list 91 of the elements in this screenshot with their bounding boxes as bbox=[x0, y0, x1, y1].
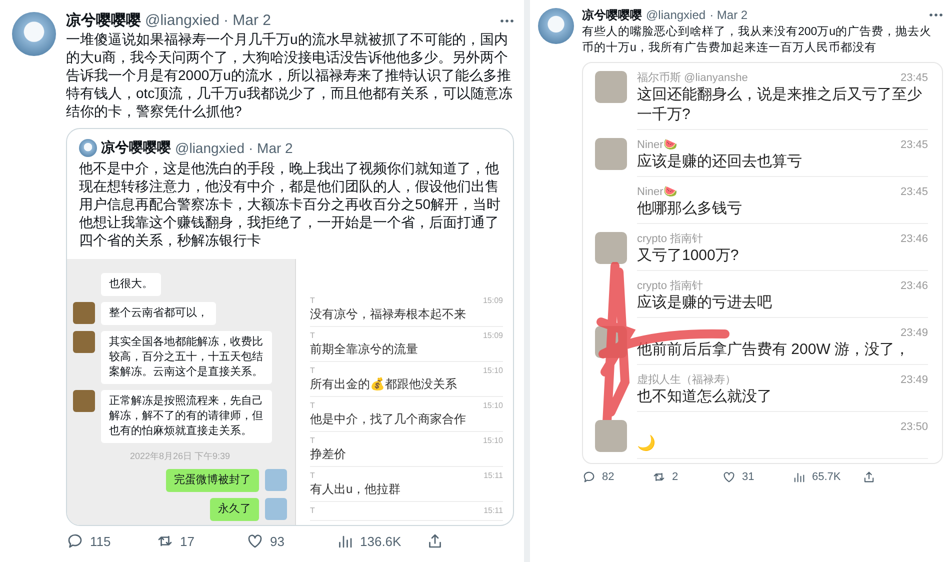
message-time: 23:46 bbox=[900, 232, 928, 246]
message-time: 15:09 bbox=[482, 296, 503, 306]
author-name[interactable]: 凉兮嘤嘤嘤 bbox=[582, 6, 642, 24]
retweet-count: 17 bbox=[180, 534, 194, 548]
message-time: 23:45 bbox=[900, 138, 928, 152]
reply-icon[interactable] bbox=[66, 532, 84, 550]
message-time: 15:11 bbox=[484, 506, 503, 516]
post-date: · Mar 2 bbox=[223, 12, 271, 30]
tweet-text: 一堆傻逼说如果福禄寿一个月几千万u的流水早就被抓了不可能的，国内的大u商，我今天问两个了，大狗哈没接电话没告诉他他多少。另外两个告诉我一个月是有2000万u的流水，所以福禄寿来了推特认识了能么多推特有钱人，otc顶流，几千万u我都说少了，而且他都有关系，可以随意冻结你的卡，警察凭什么抓他? bbox=[66, 30, 514, 120]
message-text: 挣差价 bbox=[310, 446, 347, 462]
author-handle[interactable]: @liangxied bbox=[646, 6, 706, 24]
message-text: 他哪那么多钱亏 bbox=[637, 199, 743, 219]
avatar-image bbox=[73, 331, 95, 353]
sender-name: Niner🍉 bbox=[637, 138, 678, 152]
chat-bubble: 也很大。 bbox=[101, 273, 161, 296]
retweet-icon[interactable] bbox=[652, 470, 666, 484]
message-text: 没有凉兮，福禄寿根本起不来 bbox=[310, 306, 467, 322]
message-text: 这回还能翻身么，说是来推之后又亏了至少一千万? bbox=[637, 85, 923, 125]
avatar-image bbox=[595, 71, 627, 103]
author-name[interactable]: 凉兮嘤嘤嘤 bbox=[101, 139, 171, 157]
message-text: 他是中介，找了几个商家合作 bbox=[310, 411, 467, 427]
avatar-image bbox=[73, 302, 95, 324]
view-count: 136.6K bbox=[360, 534, 402, 548]
sender-name: T bbox=[310, 366, 315, 376]
sender-name: T bbox=[310, 296, 315, 306]
chat-bubble: 永久了 bbox=[210, 498, 259, 521]
message-text: 🌙 bbox=[637, 434, 657, 454]
sender-name: T bbox=[310, 331, 315, 341]
message-time: 15:10 bbox=[482, 366, 503, 376]
share-icon[interactable] bbox=[862, 470, 876, 484]
sender-name: Niner🍉 bbox=[637, 185, 678, 199]
more-icon[interactable] bbox=[929, 13, 943, 17]
message-time: 23:45 bbox=[900, 71, 928, 85]
chat-bubble: 整个云南省都可以， bbox=[101, 302, 216, 325]
message-time: 23:49 bbox=[900, 373, 928, 387]
message-time: 15:11 bbox=[484, 471, 503, 481]
chat-timestamp: 2022年8月26日 下午9:39 bbox=[128, 450, 232, 463]
message-text: 应该是赚的还回去也算亏 bbox=[637, 152, 803, 172]
like-count: 31 bbox=[742, 471, 754, 483]
reply-count: 82 bbox=[602, 471, 614, 483]
chat-bubble: 完蛋微博被封了 bbox=[166, 469, 259, 492]
more-icon[interactable] bbox=[500, 19, 514, 23]
sender-name: crypto 指南针 bbox=[637, 279, 704, 293]
sender-name: 福尔币斯 @lianyanshe bbox=[637, 71, 748, 85]
message-text: 所有出金的💰都跟他没关系 bbox=[310, 376, 458, 392]
avatar[interactable] bbox=[79, 139, 97, 157]
post-date: · Mar 2 bbox=[710, 7, 748, 24]
post-date: · Mar 2 bbox=[248, 140, 293, 156]
message-text: 有人出u，他拉群 bbox=[310, 481, 402, 497]
avatar-image bbox=[595, 138, 627, 170]
view-count: 65.7K bbox=[812, 471, 841, 483]
sender-name: T bbox=[310, 506, 315, 516]
message-time: 23:50 bbox=[900, 420, 928, 434]
sender-name: T bbox=[310, 436, 315, 446]
avatar[interactable] bbox=[538, 8, 574, 44]
message-text: 又亏了1000万? bbox=[637, 246, 740, 266]
avatar-image bbox=[73, 390, 95, 412]
message-time: 23:46 bbox=[900, 279, 928, 293]
sender-name: 虚拟人生（福禄寿） bbox=[637, 373, 736, 387]
sender-name: T bbox=[310, 401, 315, 411]
avatar-image bbox=[595, 232, 627, 264]
message-time: 15:10 bbox=[482, 436, 503, 446]
message-text: 前期全靠凉兮的流量 bbox=[310, 341, 419, 357]
chat-bubble: 其实全国各地都能解冻，收费比较高，百分之五十，十五天包结案解冻。云南这个是直接关系。 bbox=[101, 331, 272, 384]
share-icon[interactable] bbox=[426, 532, 444, 550]
message-text: 他前前后后拿广告费有 200W 游，没了， bbox=[637, 340, 911, 360]
message-time: 15:10 bbox=[482, 401, 503, 411]
avatar-image bbox=[595, 420, 627, 452]
heart-icon[interactable] bbox=[246, 532, 264, 550]
heart-icon[interactable] bbox=[722, 470, 736, 484]
reply-icon[interactable] bbox=[582, 470, 596, 484]
quoted-text: 他不是中介，这是他洗白的手段，晚上我出了视频你们就知道了，他现在想转移注意力，他没有中介，都是他们团队的人，假设他们出售用户信息再配合警察冻卡，大额冻卡百分之再收百分之50解开，当时他想让我靠这个赚钱翻身，我拒绝了，一开始是一个省，后面打通了四个省的关系，秒解冻银行卡 bbox=[78, 159, 502, 250]
author-handle[interactable]: @liangxied bbox=[145, 12, 220, 30]
author-handle[interactable]: @liangxied bbox=[175, 140, 244, 156]
message-time: 15:09 bbox=[482, 331, 503, 341]
like-count: 93 bbox=[270, 534, 284, 548]
sender-name: T bbox=[310, 471, 315, 481]
views-icon[interactable] bbox=[792, 470, 806, 484]
chat-bubble: 正常解冻是按照流程来，先自己解冻，解不了的有的请律师，但也有的怕麻烦就直接走关系。 bbox=[101, 390, 272, 443]
message-text: 也不知道怎么就没了 bbox=[637, 387, 773, 407]
message-text: 应该是赚的亏进去吧 bbox=[637, 293, 773, 313]
avatar-image bbox=[265, 498, 287, 520]
reply-count: 115 bbox=[90, 534, 111, 548]
avatar-image bbox=[265, 469, 287, 491]
tweet-text: 有些人的嘴脸恶心到啥样了，我从来没有200万u的广告费，抛去火币的十万u，我所有广告费加起来连一百万人民币都没有 bbox=[582, 24, 933, 56]
avatar[interactable] bbox=[12, 12, 56, 56]
message-time: 23:45 bbox=[900, 185, 928, 199]
retweet-count: 2 bbox=[672, 471, 678, 483]
author-name[interactable]: 凉兮嘤嘤嘤 bbox=[66, 12, 141, 30]
sender-name: crypto 指南针 bbox=[637, 232, 704, 246]
message-time: 23:49 bbox=[900, 326, 928, 340]
